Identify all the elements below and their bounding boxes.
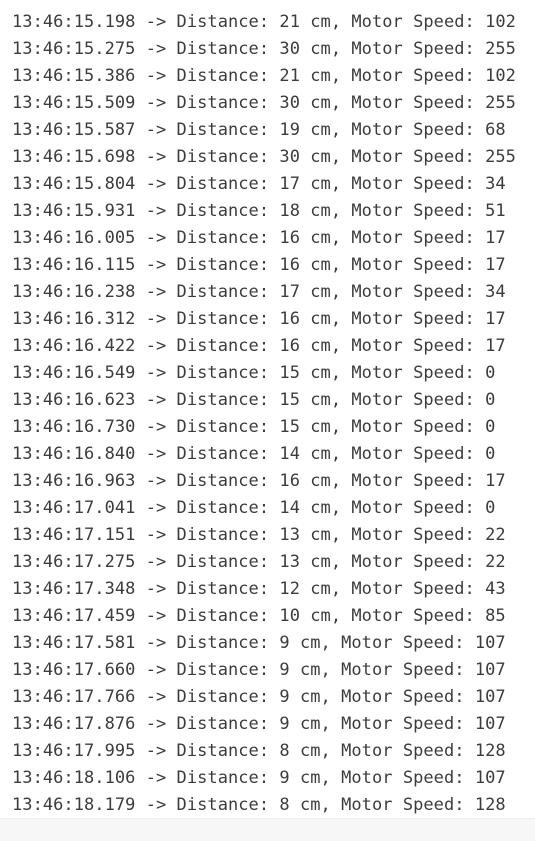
log-line: 13:46:16.730 -> Distance: 15 cm, Motor S… — [12, 417, 496, 437]
log-line: 13:46:16.238 -> Distance: 17 cm, Motor S… — [12, 282, 506, 302]
log-line: 13:46:17.275 -> Distance: 13 cm, Motor S… — [12, 552, 506, 572]
log-line: 13:46:16.623 -> Distance: 15 cm, Motor S… — [12, 390, 496, 410]
log-line: 13:46:17.348 -> Distance: 12 cm, Motor S… — [12, 579, 506, 599]
log-line: 13:46:15.198 -> Distance: 21 cm, Motor S… — [12, 12, 516, 32]
log-line: 13:46:16.115 -> Distance: 16 cm, Motor S… — [12, 255, 506, 275]
log-line: 13:46:16.312 -> Distance: 16 cm, Motor S… — [12, 309, 506, 329]
log-line: 13:46:15.698 -> Distance: 30 cm, Motor S… — [12, 147, 516, 167]
log-line: 13:46:16.005 -> Distance: 16 cm, Motor S… — [12, 228, 506, 248]
bottom-strip — [0, 818, 535, 841]
log-output: 13:46:15.198 -> Distance: 21 cm, Motor S… — [12, 9, 527, 819]
log-line: 13:46:17.459 -> Distance: 10 cm, Motor S… — [12, 606, 506, 626]
log-line: 13:46:15.386 -> Distance: 21 cm, Motor S… — [12, 66, 516, 86]
log-line: 13:46:15.804 -> Distance: 17 cm, Motor S… — [12, 174, 506, 194]
serial-monitor-output-pane[interactable]: 13:46:15.198 -> Distance: 21 cm, Motor S… — [0, 0, 535, 841]
log-line: 13:46:15.275 -> Distance: 30 cm, Motor S… — [12, 39, 516, 59]
log-line: 13:46:18.106 -> Distance: 9 cm, Motor Sp… — [12, 768, 506, 788]
log-line: 13:46:16.549 -> Distance: 15 cm, Motor S… — [12, 363, 496, 383]
log-line: 13:46:18.179 -> Distance: 8 cm, Motor Sp… — [12, 795, 506, 815]
log-line: 13:46:17.995 -> Distance: 8 cm, Motor Sp… — [12, 741, 506, 761]
log-line: 13:46:16.422 -> Distance: 16 cm, Motor S… — [12, 336, 506, 356]
log-line: 13:46:17.766 -> Distance: 9 cm, Motor Sp… — [12, 687, 506, 707]
log-line: 13:46:16.840 -> Distance: 14 cm, Motor S… — [12, 444, 496, 464]
log-line: 13:46:17.660 -> Distance: 9 cm, Motor Sp… — [12, 660, 506, 680]
log-line: 13:46:17.151 -> Distance: 13 cm, Motor S… — [12, 525, 506, 545]
log-line: 13:46:16.963 -> Distance: 16 cm, Motor S… — [12, 471, 506, 491]
log-line: 13:46:17.041 -> Distance: 14 cm, Motor S… — [12, 498, 496, 518]
log-line: 13:46:17.581 -> Distance: 9 cm, Motor Sp… — [12, 633, 506, 653]
log-line: 13:46:15.587 -> Distance: 19 cm, Motor S… — [12, 120, 506, 140]
log-line: 13:46:17.876 -> Distance: 9 cm, Motor Sp… — [12, 714, 506, 734]
log-line: 13:46:15.509 -> Distance: 30 cm, Motor S… — [12, 93, 516, 113]
log-line: 13:46:15.931 -> Distance: 18 cm, Motor S… — [12, 201, 506, 221]
